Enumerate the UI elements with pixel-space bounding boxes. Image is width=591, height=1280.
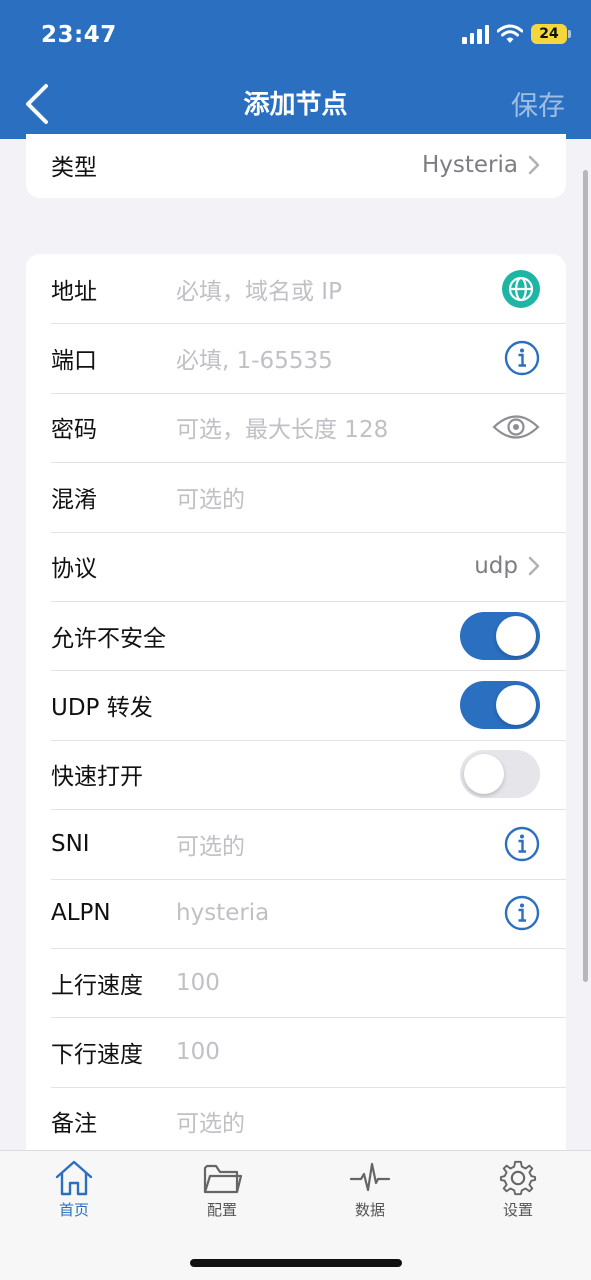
port-input[interactable]: 必填, 1-65535 xyxy=(176,341,504,375)
info-icon[interactable] xyxy=(504,340,540,376)
obfs-input[interactable]: 可选的 xyxy=(176,480,540,514)
fast-open-row: 快速打开 xyxy=(26,739,566,809)
tab-config-label: 配置 xyxy=(206,1201,237,1219)
upload-speed-input[interactable]: 100 xyxy=(176,970,540,996)
download-speed-label: 下行速度 xyxy=(51,1041,143,1068)
home-icon xyxy=(55,1160,93,1196)
protocol-value-text: udp xyxy=(474,553,518,580)
folder-icon xyxy=(203,1164,243,1194)
type-label: 类型 xyxy=(51,155,97,181)
tab-home[interactable]: 首页 xyxy=(34,1159,114,1220)
save-button[interactable]: 保存 xyxy=(511,84,565,123)
password-row[interactable]: 密码 可选，最大长度 128 xyxy=(26,392,566,462)
type-value-text: Hysteria xyxy=(422,152,518,178)
scrollbar[interactable] xyxy=(583,170,588,982)
type-row[interactable]: 类型 Hysteria xyxy=(26,134,566,196)
tab-settings-label: 设置 xyxy=(502,1201,533,1219)
protocol-row[interactable]: 协议 udp xyxy=(26,531,566,601)
sni-input[interactable]: 可选的 xyxy=(176,827,504,861)
allow-insecure-row: 允许不安全 xyxy=(26,600,566,670)
upload-speed-row[interactable]: 上行速度 100 xyxy=(26,947,566,1017)
remark-row[interactable]: 备注 可选的 xyxy=(26,1086,566,1154)
wifi-icon xyxy=(497,24,523,43)
download-speed-row[interactable]: 下行速度 100 xyxy=(26,1017,566,1086)
tab-config[interactable]: 配置 xyxy=(182,1159,262,1220)
type-card: 类型 Hysteria xyxy=(26,134,566,198)
obfs-label: 混淆 xyxy=(51,486,97,513)
signal-icon xyxy=(462,24,489,44)
chevron-right-icon xyxy=(528,155,540,175)
address-row[interactable]: 地址 必填，域名或 IP xyxy=(26,254,566,323)
info-icon[interactable] xyxy=(504,895,540,931)
top-bar: 23:47 24 添加节点 保存 xyxy=(0,0,591,139)
remark-label: 备注 xyxy=(51,1111,97,1138)
tab-settings[interactable]: 设置 xyxy=(478,1159,558,1220)
eye-icon[interactable] xyxy=(492,412,540,442)
tab-data[interactable]: 数据 xyxy=(330,1159,410,1220)
udp-relay-row: UDP 转发 xyxy=(26,670,566,739)
port-row[interactable]: 端口 必填, 1-65535 xyxy=(26,323,566,392)
address-label: 地址 xyxy=(51,278,97,305)
password-label: 密码 xyxy=(51,417,97,444)
udp-relay-label: UDP 转发 xyxy=(51,695,153,722)
activity-icon xyxy=(349,1162,391,1192)
alpn-label: ALPN xyxy=(51,900,111,927)
gear-icon xyxy=(499,1160,537,1196)
chevron-right-icon xyxy=(528,557,540,576)
home-indicator xyxy=(190,1259,402,1267)
fast-open-label: 快速打开 xyxy=(51,764,143,791)
protocol-label: 协议 xyxy=(51,556,97,583)
obfs-row[interactable]: 混淆 可选的 xyxy=(26,462,566,531)
allow-insecure-label: 允许不安全 xyxy=(51,625,166,652)
remark-input[interactable]: 可选的 xyxy=(176,1104,540,1138)
upload-speed-label: 上行速度 xyxy=(51,972,143,999)
page-title: 添加节点 xyxy=(243,90,348,120)
globe-icon[interactable] xyxy=(502,269,540,308)
status-time: 23:47 xyxy=(41,22,117,48)
tab-data-label: 数据 xyxy=(354,1201,385,1219)
battery-icon: 24 xyxy=(531,24,571,44)
sni-row[interactable]: SNI 可选的 xyxy=(26,809,566,878)
protocol-value: udp xyxy=(474,553,540,579)
password-input[interactable]: 可选，最大长度 128 xyxy=(176,410,492,444)
info-icon[interactable] xyxy=(504,826,540,862)
allow-insecure-toggle[interactable] xyxy=(460,611,540,660)
alpn-input[interactable]: hysteria xyxy=(176,900,504,926)
address-input[interactable]: 必填，域名或 IP xyxy=(176,272,502,306)
settings-card: 地址 必填，域名或 IP 端口 必填, 1-65535 密码 可选，最大长度 1… xyxy=(26,254,566,1154)
alpn-row[interactable]: ALPN hysteria xyxy=(26,878,566,948)
udp-relay-toggle[interactable] xyxy=(460,681,540,730)
status-icons: 24 xyxy=(462,24,571,44)
port-label: 端口 xyxy=(51,348,97,375)
tab-home-label: 首页 xyxy=(58,1201,89,1219)
sni-label: SNI xyxy=(51,830,90,857)
type-value: Hysteria xyxy=(422,152,540,178)
download-speed-input[interactable]: 100 xyxy=(176,1039,540,1065)
fast-open-toggle[interactable] xyxy=(460,750,540,799)
